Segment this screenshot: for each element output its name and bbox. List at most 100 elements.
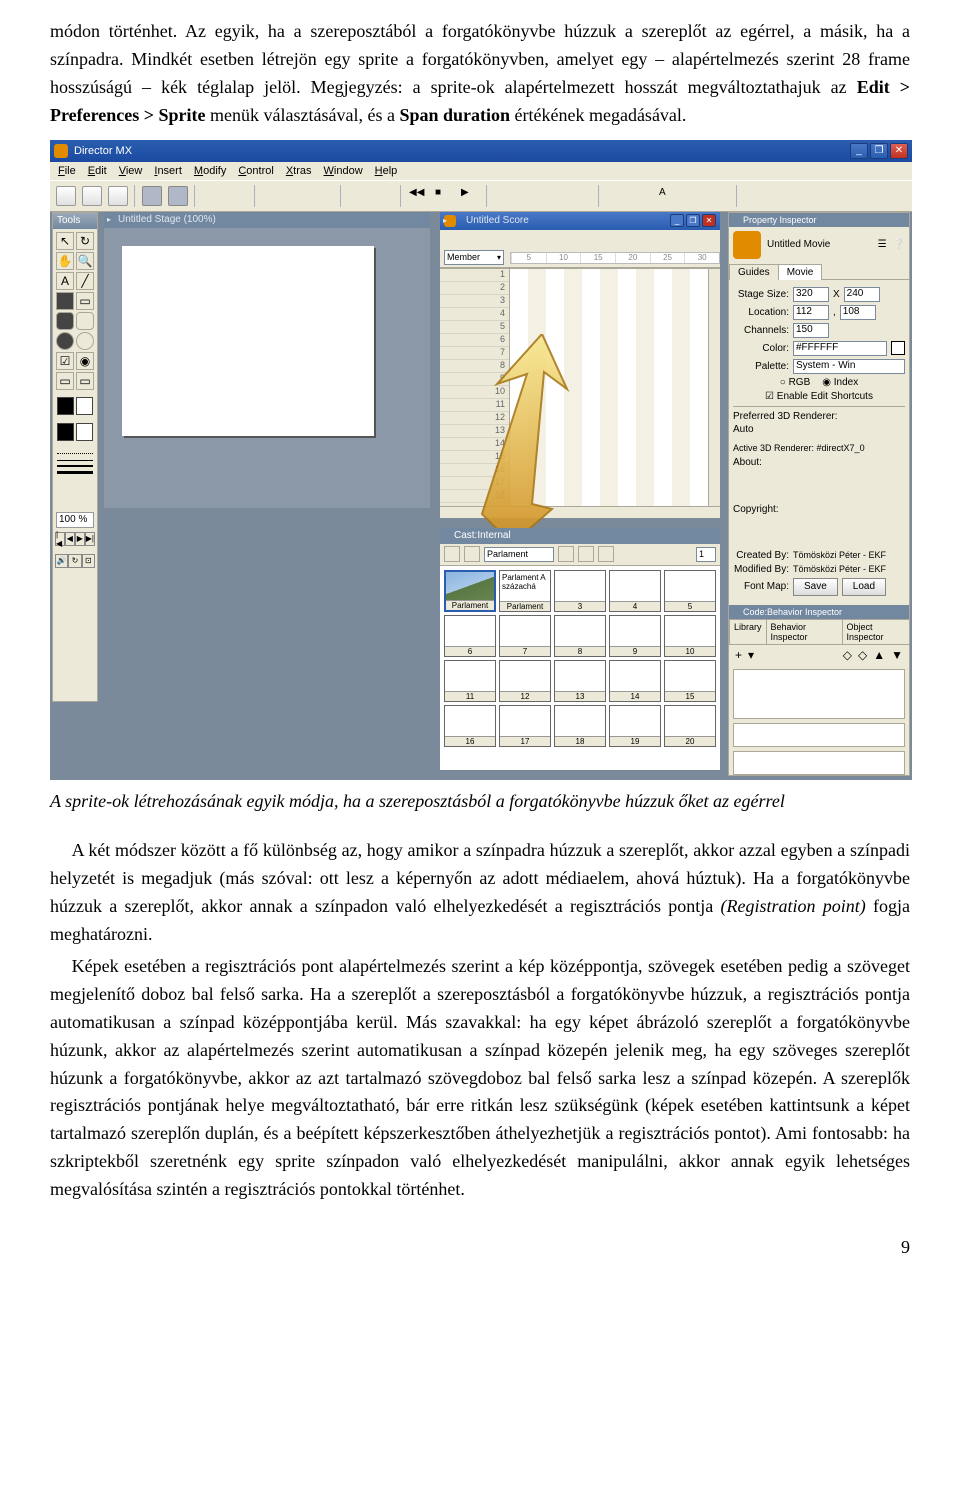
end-icon[interactable]: ▶| [85,532,95,546]
score-row[interactable]: 13 [440,425,509,438]
arrow-tool-icon[interactable]: ↖ [56,232,74,250]
filled-ellipse-tool-icon[interactable] [56,332,74,350]
score-member-dropdown[interactable]: Member [444,250,504,265]
script-icon[interactable]: ◇ [858,648,867,662]
stage-canvas[interactable] [104,228,430,508]
down-icon[interactable]: ▼ [891,648,903,662]
message-button[interactable] [770,186,790,206]
tab-guides[interactable]: Guides [729,264,779,280]
ellipse-tool-icon[interactable] [76,332,94,350]
property-button[interactable] [572,186,592,206]
roundrect-tool-icon[interactable] [76,312,94,330]
filled-rect-tool-icon[interactable] [56,292,74,310]
minimize-button[interactable]: _ [850,143,868,159]
score-row[interactable]: 11 [440,399,509,412]
cast-cell[interactable]: 14 [609,660,661,702]
stage-button[interactable] [494,186,514,206]
stage-width-field[interactable]: 320 [793,287,829,302]
cast-cell[interactable]: 7 [499,615,551,657]
button-tool-icon[interactable]: ▭ [76,372,94,390]
menu-view[interactable]: View [115,165,147,177]
about-field[interactable] [733,470,905,500]
play-button[interactable]: ▶ [460,186,480,206]
cast-prev-icon[interactable] [558,546,574,562]
loop-icon[interactable]: ↻ [68,554,81,568]
score-max-button[interactable]: ❐ [686,214,700,227]
stepfwd-icon[interactable]: ▶ [75,532,85,546]
score-row[interactable]: 3 [440,295,509,308]
menu-xtras[interactable]: Xtras [282,165,316,177]
cast-cell[interactable]: 17 [499,705,551,747]
script-button[interactable] [744,186,764,206]
cast-cell[interactable]: 15 [664,660,716,702]
cast-list-icon[interactable] [464,546,480,562]
score-row[interactable]: 17 [440,477,509,490]
score-row[interactable]: 4 [440,308,509,321]
cast-cell-1[interactable]: Parlament [444,570,496,612]
score-row[interactable]: 5 [440,321,509,334]
color-field[interactable]: #FFFFFF [793,341,887,356]
tab-object[interactable]: Object Inspector [842,619,911,644]
pattern-fg[interactable] [57,423,74,441]
cast-cell[interactable]: 3 [554,570,606,612]
open-button[interactable] [82,186,102,206]
score-grid[interactable] [510,269,708,506]
score-row[interactable]: 6 [440,334,509,347]
stepback-icon[interactable]: ◀ [65,532,75,546]
zoom-field[interactable]: 100 % [56,512,94,528]
menu-modify[interactable]: Modify [190,165,230,177]
cast-num-field[interactable]: 1 [696,547,716,562]
score-min-button[interactable]: _ [670,214,684,227]
line-style-2[interactable] [57,465,93,467]
menu-edit[interactable]: Edit [84,165,111,177]
behavior-desc[interactable] [733,751,905,775]
score-close-button[interactable]: ✕ [702,214,716,227]
maximize-button[interactable]: ❐ [870,143,888,159]
paste-button[interactable] [314,186,334,206]
score-row[interactable]: 7 [440,347,509,360]
vector-button[interactable] [632,186,652,206]
score-row[interactable]: 12 [440,412,509,425]
help-icon[interactable]: ❔ [893,239,905,250]
save-button[interactable] [108,186,128,206]
vol-icon[interactable]: 🔊 [55,554,68,568]
loc-y-field[interactable]: 108 [840,305,876,320]
cast-cell[interactable]: 5 [664,570,716,612]
behavior-button[interactable] [710,186,730,206]
cast-cell[interactable]: 20 [664,705,716,747]
score-body[interactable]: 1 2 3 4 5 6 7 8 9 10 11 12 13 14 15 16 1 [440,268,720,518]
menu-control[interactable]: Control [234,165,277,177]
color-swatch-icon[interactable] [891,341,905,355]
cast-view-icon[interactable] [444,546,460,562]
score-row[interactable]: 1 [440,269,509,282]
index-radio[interactable]: ◉ Index [822,377,858,388]
add-behavior-icon[interactable]: + [735,648,742,662]
tab-behavior[interactable]: Behavior Inspector [766,619,843,644]
stage-height-field[interactable]: 240 [844,287,880,302]
sel-icon[interactable]: ⊡ [82,554,95,568]
score-vscrollbar[interactable] [708,269,720,506]
behavior-script[interactable] [733,723,905,747]
radio-tool-icon[interactable]: ◉ [76,352,94,370]
find-button[interactable] [348,186,368,206]
cast-cell-2[interactable]: Parlament A százacháParlament [499,570,551,612]
rewind-icon[interactable]: |◀ [55,532,65,546]
text-button[interactable]: A [658,186,678,206]
cast-cell[interactable]: 4 [609,570,661,612]
shape-button[interactable] [684,186,704,206]
menu-help[interactable]: Help [371,165,402,177]
rewind-button[interactable]: ◀◀ [408,186,428,206]
copy-button[interactable] [288,186,308,206]
publish-button[interactable] [168,186,188,206]
score-row[interactable]: 2 [440,282,509,295]
shortcut-checkbox[interactable]: ☑ Enable Edit Shortcuts [765,391,873,402]
cast-name-field[interactable]: Parlament [484,547,554,562]
score-row[interactable]: 10 [440,386,509,399]
new-button[interactable] [56,186,76,206]
score-button[interactable] [546,186,566,206]
cast-cell[interactable]: 18 [554,705,606,747]
magnify-tool-icon[interactable]: 🔍 [76,252,94,270]
rotate-tool-icon[interactable]: ↻ [76,232,94,250]
line-style-1[interactable] [57,460,93,461]
cast-cell[interactable]: 11 [444,660,496,702]
